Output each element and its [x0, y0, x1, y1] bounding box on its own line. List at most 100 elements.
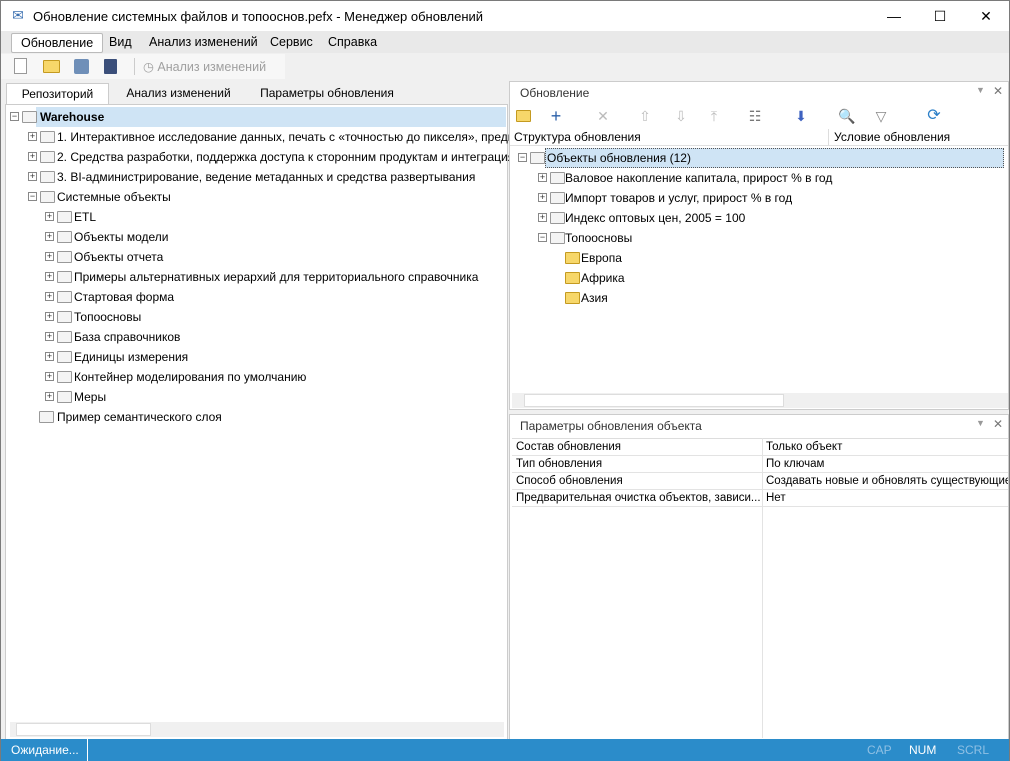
- tab-analysis[interactable]: Анализ изменений: [116, 83, 241, 105]
- delete-icon[interactable]: ✕: [594, 106, 612, 126]
- tree-item[interactable]: + Примеры альтернативных иерархий для тер…: [6, 267, 507, 287]
- folder-icon: [22, 111, 37, 123]
- expand-icon[interactable]: +: [28, 172, 37, 181]
- tree-item[interactable]: +2. Средства разработки, поддержка досту…: [6, 147, 524, 167]
- horizontal-scrollbar[interactable]: [10, 722, 504, 737]
- tree-item[interactable]: + Контейнер моделирования по умолчанию: [6, 367, 507, 387]
- import-icon[interactable]: ⬇: [792, 106, 810, 126]
- filter-icon[interactable]: ▽: [872, 106, 890, 126]
- property-value[interactable]: Создавать новые и обновлять существующие: [762, 473, 1008, 490]
- collapse-icon[interactable]: −: [538, 233, 547, 242]
- tree-item[interactable]: Азия: [510, 288, 1008, 308]
- expand-icon[interactable]: +: [538, 193, 547, 202]
- tree-item[interactable]: − Системные объекты: [6, 187, 507, 207]
- panel-menu-icon[interactable]: ▼: [976, 418, 985, 428]
- property-value[interactable]: Только объект: [762, 439, 1008, 456]
- save-icon[interactable]: [74, 59, 89, 74]
- tree-item[interactable]: + Стартовая форма: [6, 287, 507, 307]
- property-value[interactable]: Нет: [762, 490, 1008, 507]
- scrollbar-thumb[interactable]: [524, 394, 784, 407]
- move-top-icon[interactable]: ⤒: [705, 106, 723, 126]
- expand-icon[interactable]: +: [45, 272, 54, 281]
- menu-analysis[interactable]: Анализ изменений: [140, 33, 267, 53]
- expand-icon[interactable]: +: [45, 332, 54, 341]
- tree-view-icon[interactable]: ☷: [746, 106, 764, 126]
- expand-icon[interactable]: +: [28, 132, 37, 141]
- expand-icon[interactable]: +: [45, 212, 54, 221]
- tree-item-label: Warehouse: [40, 110, 105, 124]
- new-folder-icon[interactable]: [516, 110, 531, 122]
- panel-menu-icon[interactable]: ▼: [976, 85, 985, 95]
- expand-icon[interactable]: +: [45, 252, 54, 261]
- close-button[interactable]: ✕: [963, 1, 1009, 31]
- tree-item[interactable]: − Топоосновы: [510, 228, 1008, 248]
- tree-item-label: 3. BI-администрирование, ведение метадан…: [57, 170, 476, 184]
- expand-icon[interactable]: +: [538, 213, 547, 222]
- tree-item[interactable]: − Объекты обновления (12): [510, 148, 1008, 168]
- save-all-icon[interactable]: [104, 59, 117, 74]
- expand-icon[interactable]: +: [45, 372, 54, 381]
- property-value[interactable]: По ключам: [762, 456, 1008, 473]
- menu-view[interactable]: Вид: [100, 33, 141, 53]
- new-icon[interactable]: [14, 58, 27, 74]
- col-condition[interactable]: Условие обновления: [828, 129, 950, 146]
- expand-icon[interactable]: +: [45, 292, 54, 301]
- collapse-icon[interactable]: −: [28, 192, 37, 201]
- maximize-button[interactable]: ☐: [917, 1, 963, 31]
- tab-update-params[interactable]: Параметры обновления: [251, 83, 403, 105]
- tree-item[interactable]: + Единицы измерения: [6, 347, 507, 367]
- column-header: Структура обновления Условие обновления: [510, 129, 1008, 146]
- tab-repository[interactable]: Репозиторий: [6, 83, 109, 105]
- menu-service[interactable]: Сервис: [261, 33, 322, 53]
- property-row[interactable]: Предварительная очистка объектов, зависи…: [512, 490, 1008, 507]
- map-icon: [565, 292, 580, 304]
- scrl-indicator: SCRL: [957, 743, 990, 757]
- tree-item[interactable]: + Валовое накопление капитала, прирост % …: [510, 168, 1008, 188]
- left-tabs: Репозиторий Анализ изменений Параметры о…: [1, 81, 507, 105]
- minimize-button[interactable]: —: [871, 1, 917, 31]
- analyze-button[interactable]: ◷ Анализ изменений: [143, 57, 266, 77]
- tree-item[interactable]: + Индекс оптовых цен, 2005 = 100: [510, 208, 1008, 228]
- tree-item[interactable]: + Объекты модели: [6, 227, 507, 247]
- tree-item[interactable]: + Топоосновы: [6, 307, 507, 327]
- tree-item[interactable]: + Меры: [6, 387, 507, 407]
- cube-icon: [550, 192, 565, 204]
- open-icon[interactable]: [43, 60, 60, 73]
- expand-icon[interactable]: +: [45, 392, 54, 401]
- tree-item[interactable]: + Импорт товаров и услуг, прирост % в год: [510, 188, 1008, 208]
- expand-icon[interactable]: +: [45, 232, 54, 241]
- add-icon[interactable]: +: [547, 106, 565, 126]
- collapse-icon[interactable]: −: [10, 112, 19, 121]
- menu-update[interactable]: Обновление: [11, 33, 104, 53]
- panel-close-icon[interactable]: ✕: [993, 84, 1003, 98]
- property-row[interactable]: Тип обновления По ключам: [512, 456, 1008, 473]
- expand-icon[interactable]: +: [45, 312, 54, 321]
- property-row[interactable]: Способ обновления Создавать новые и обнов…: [512, 473, 1008, 490]
- expand-icon[interactable]: +: [28, 152, 37, 161]
- refresh-icon[interactable]: ⟳: [925, 106, 943, 126]
- tree-item[interactable]: + Объекты отчета: [6, 247, 507, 267]
- scrollbar-thumb[interactable]: [16, 723, 151, 736]
- expand-icon[interactable]: +: [538, 173, 547, 182]
- tree-item-warehouse[interactable]: − Warehouse: [6, 107, 507, 127]
- tree-item[interactable]: Пример семантического слоя: [6, 407, 507, 427]
- expand-icon[interactable]: +: [45, 352, 54, 361]
- tree-item-label: Меры: [74, 390, 107, 404]
- map-icon: [565, 272, 580, 284]
- move-up-icon[interactable]: ⇧: [636, 106, 654, 126]
- tree-item[interactable]: +1. Интерактивное исследование данных, п…: [6, 127, 527, 147]
- tree-item[interactable]: + ETL: [6, 207, 507, 227]
- tree-item-label: Импорт товаров и услуг, прирост % в год: [565, 191, 793, 205]
- horizontal-scrollbar[interactable]: [512, 393, 1008, 408]
- tree-item[interactable]: + База справочников: [6, 327, 507, 347]
- menu-help[interactable]: Справка: [319, 33, 386, 53]
- tree-item[interactable]: Африка: [510, 268, 1008, 288]
- property-row[interactable]: Состав обновления Только объект: [512, 439, 1008, 456]
- search-icon[interactable]: 🔍: [838, 106, 856, 126]
- move-down-icon[interactable]: ⇩: [672, 106, 690, 126]
- col-structure[interactable]: Структура обновления: [514, 129, 641, 146]
- panel-close-icon[interactable]: ✕: [993, 417, 1003, 431]
- tree-item[interactable]: +3. BI-администрирование, ведение метада…: [6, 167, 507, 187]
- tree-item[interactable]: Европа: [510, 248, 1008, 268]
- collapse-icon[interactable]: −: [518, 153, 527, 162]
